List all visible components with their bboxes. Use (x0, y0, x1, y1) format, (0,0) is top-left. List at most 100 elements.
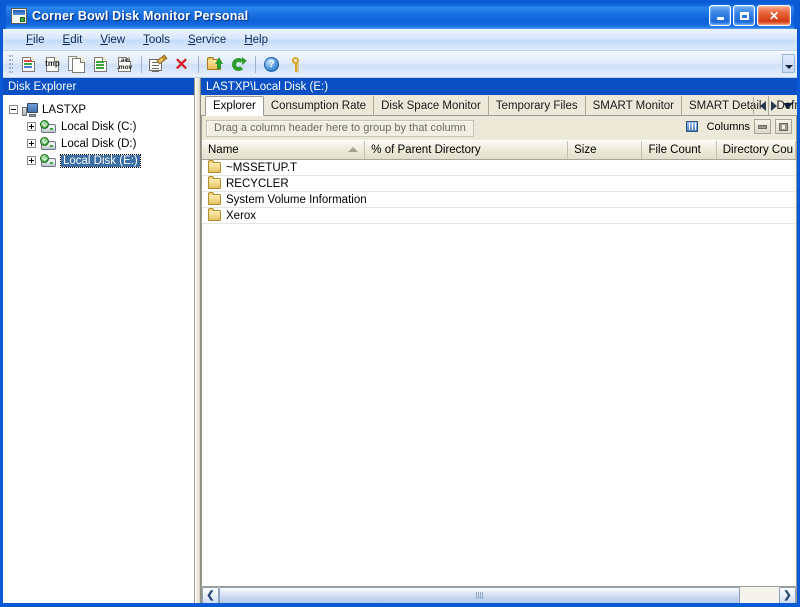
menu-bar: File Edit View Tools Service Help (3, 29, 797, 51)
scrollbar-thumb[interactable] (219, 587, 740, 603)
menu-item-edit[interactable]: Edit (54, 32, 92, 48)
close-button[interactable]: ✕ (757, 5, 791, 26)
temp-files-icon[interactable]: tmp (41, 53, 64, 75)
tab-disk-space-monitor[interactable]: Disk Space Monitor (374, 96, 489, 115)
export-icon[interactable] (203, 53, 226, 75)
properties-icon[interactable] (146, 53, 169, 75)
expand-all-button[interactable] (775, 119, 792, 134)
tab-label: Consumption Rate (270, 99, 367, 112)
main-body: Disk Explorer LASTXP Local Disk (C:) Loc… (3, 78, 797, 603)
folder-icon (208, 160, 221, 173)
menu-item-file[interactable]: File (17, 32, 54, 48)
tab-temporary-files[interactable]: Temporary Files (489, 96, 586, 115)
toolbar-grip[interactable] (9, 55, 13, 73)
media-ext-mov: .mov (117, 64, 133, 71)
tab-label: Disk Space Monitor (381, 99, 481, 112)
menu-item-tools[interactable]: Tools (134, 32, 179, 48)
tab-scroll-left-icon[interactable] (760, 100, 766, 111)
delete-glyph: ✕ (174, 54, 189, 74)
computer-icon (22, 102, 38, 117)
delete-icon[interactable]: ✕ (170, 53, 193, 75)
collapse-all-button[interactable] (754, 119, 771, 134)
table-row[interactable]: ~MSSETUP.T (202, 160, 796, 176)
row-name: ~MSSETUP.T (226, 161, 298, 174)
table-row[interactable]: Xerox (202, 208, 796, 224)
tree-node-label: Local Disk (E:) (60, 153, 141, 168)
column-header-label: Directory Cou (722, 144, 794, 156)
tab-label: SMART Detail (689, 99, 762, 112)
expand-plus-icon[interactable] (27, 139, 36, 148)
tree-node-label: Local Disk (C:) (61, 120, 137, 133)
disk-explorer-caption: Disk Explorer (3, 78, 194, 95)
toolbar-separator (141, 55, 142, 73)
horizontal-scrollbar[interactable]: ❮ ❯ (202, 586, 796, 603)
duplicate-files-icon[interactable] (65, 53, 88, 75)
grid-tools: Columns (685, 119, 792, 134)
table-row[interactable]: RECYCLER (202, 176, 796, 192)
menu-item-service[interactable]: Service (179, 32, 235, 48)
menu-item-view[interactable]: View (91, 32, 134, 48)
text-files-icon[interactable] (89, 53, 112, 75)
close-icon: ✕ (768, 8, 780, 23)
grid-header-row: Name % of Parent Directory Size File Cou… (202, 140, 796, 160)
explorer-grid: Drag a column header here to group by th… (201, 116, 797, 603)
column-header-label: File Count (648, 144, 701, 156)
tree-node-local-disk-c[interactable]: Local Disk (C:) (9, 118, 194, 135)
tab-label: Explorer (213, 100, 256, 112)
title-bar: Corner Bowl Disk Monitor Personal ✕ (3, 0, 797, 29)
columns-icon (685, 120, 700, 133)
scroll-right-button[interactable]: ❯ (779, 587, 796, 603)
grid-rows: ~MSSETUP.T RECYCLER System Volume Inform… (202, 160, 796, 586)
window-title: Corner Bowl Disk Monitor Personal (32, 9, 249, 23)
column-header-label: Name (208, 144, 239, 156)
column-header-label: % of Parent Directory (371, 144, 481, 156)
group-panel[interactable]: Drag a column header here to group by th… (202, 116, 796, 140)
help-glyph: ? (264, 56, 279, 72)
scroll-left-button[interactable]: ❮ (202, 587, 219, 603)
column-header-directory-count[interactable]: Directory Cou (717, 141, 796, 159)
temp-files-label: tmp (45, 59, 60, 68)
disk-tree[interactable]: LASTXP Local Disk (C:) Local Disk (D:) L… (3, 95, 194, 603)
menu-file-rest: ile (33, 33, 45, 46)
column-header-name[interactable]: Name (202, 141, 366, 159)
tab-explorer[interactable]: Explorer (205, 96, 264, 116)
tab-scroll-right-icon[interactable] (771, 100, 777, 111)
content-panel: LASTXP\Local Disk (E:) Explorer Consumpt… (201, 78, 797, 603)
toolbar-overflow-button[interactable] (782, 54, 795, 73)
table-row[interactable]: System Volume Information (202, 192, 796, 208)
drive-icon (40, 136, 57, 151)
tab-strip: Explorer Consumption Rate Disk Space Mon… (201, 95, 797, 116)
refresh-icon[interactable] (227, 53, 250, 75)
column-header-size[interactable]: Size (568, 141, 643, 159)
folder-icon (208, 192, 221, 205)
row-name: Xerox (226, 209, 257, 222)
tree-node-local-disk-e[interactable]: Local Disk (E:) (9, 152, 194, 169)
tab-label: Temporary Files (495, 99, 578, 112)
toolbar: tmp .avi .mov ✕ ? (3, 51, 797, 78)
breadcrumb: LASTXP\Local Disk (E:) (201, 78, 797, 95)
tab-smart-monitor[interactable]: SMART Monitor (586, 96, 682, 115)
tab-list-dropdown-icon[interactable] (783, 102, 793, 109)
column-header-file-count[interactable]: File Count (642, 141, 717, 159)
license-key-icon[interactable] (284, 53, 307, 75)
window-controls: ✕ (709, 5, 791, 26)
drive-icon (40, 153, 57, 168)
folder-icon (208, 176, 221, 189)
media-files-icon[interactable]: .avi .mov (113, 53, 136, 75)
menu-item-help[interactable]: Help (235, 32, 277, 48)
expand-plus-icon[interactable] (27, 122, 36, 131)
collapse-minus-icon[interactable] (9, 105, 18, 114)
disk-report-icon[interactable] (17, 53, 40, 75)
maximize-button[interactable] (733, 5, 755, 26)
scrollbar-track[interactable] (219, 587, 779, 603)
minimize-button[interactable] (709, 5, 731, 26)
disk-monitor-icon (11, 8, 27, 24)
expand-plus-icon[interactable] (27, 156, 36, 165)
tree-node-lastxp[interactable]: LASTXP (9, 101, 194, 118)
tree-node-local-disk-d[interactable]: Local Disk (D:) (9, 135, 194, 152)
column-header-percent-of-parent[interactable]: % of Parent Directory (365, 141, 569, 159)
help-icon[interactable]: ? (260, 53, 283, 75)
tab-consumption-rate[interactable]: Consumption Rate (264, 96, 375, 115)
columns-button[interactable]: Columns (707, 121, 750, 133)
menu-edit-rest: dit (70, 33, 83, 46)
